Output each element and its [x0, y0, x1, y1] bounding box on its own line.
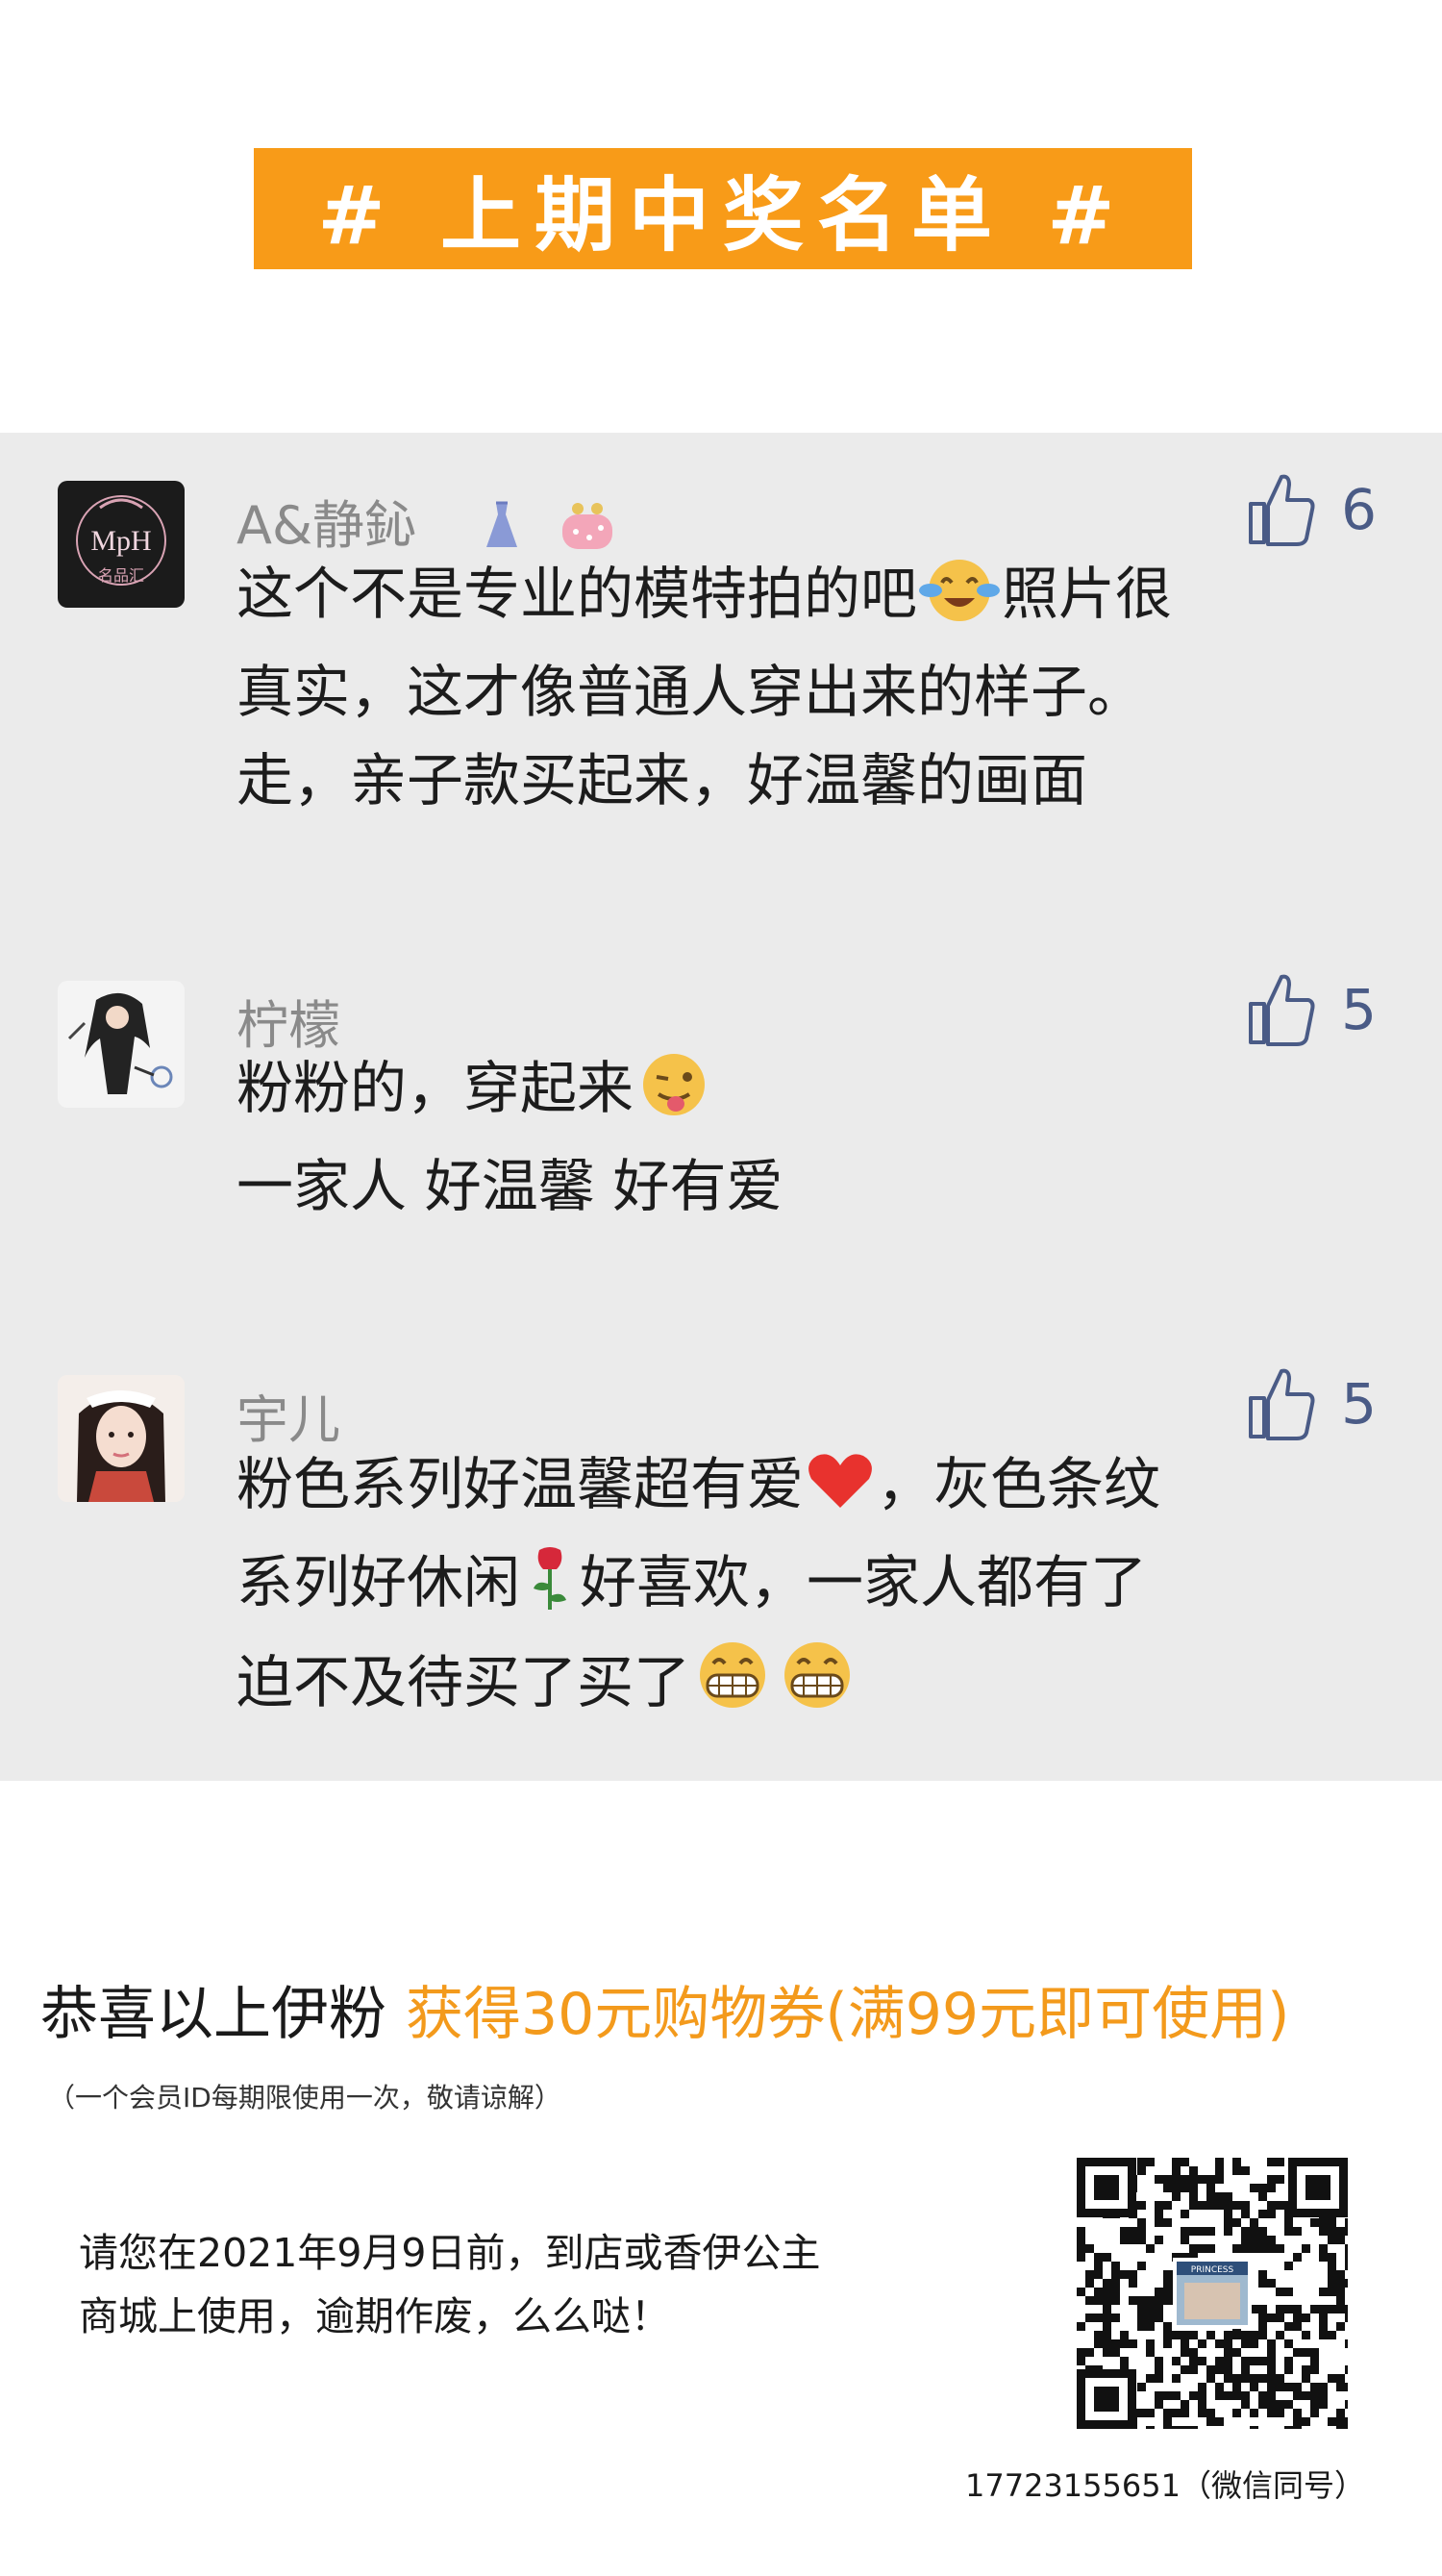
comments-panel: MpH 名品汇 A&静鈊 6 这个不是专业的模特拍的吧 照片很 真实，这才像普通人… [0, 433, 1442, 1781]
qr-code[interactable]: PRINCESS [1077, 2158, 1354, 2435]
usage-note: （一个会员ID每期限使用一次，敬请谅解） [48, 2082, 561, 2113]
avatar-logo-text: MpH [90, 525, 151, 557]
thumbs-up-icon [1249, 1368, 1315, 1440]
congrats-heading: 恭喜以上伊粉 获得30元购物券(满99元即可使用) [40, 1967, 1415, 2051]
congrats-lead: 恭喜以上伊粉 [40, 1981, 386, 2048]
avatar[interactable] [58, 1375, 185, 1502]
congrats-prize: 获得30元购物券(满99元即可使用) [406, 1981, 1290, 2048]
comment-text: 粉粉的，穿起来 一家人 好温馨 好有爱 [236, 1044, 1352, 1231]
rose-emoji [520, 1544, 580, 1637]
grinning-emoji [775, 1637, 859, 1737]
instruction-text: 请您在2021年9月9日前，到店或香伊公主 商城上使用，逾期作废，么么哒！ [79, 2230, 821, 2339]
avatar[interactable] [58, 981, 185, 1108]
grinning-emoji [690, 1637, 775, 1737]
comment-text: 这个不是专业的模特拍的吧 照片很 真实，这才像普通人穿出来的样子。 走，亲子款买起… [236, 550, 1352, 825]
like-count: 5 [1341, 977, 1377, 1042]
heart-emoji [804, 1450, 877, 1538]
avatar-logo-subtext: 名品汇 [98, 566, 144, 585]
avatar[interactable]: MpH 名品汇 [58, 481, 185, 608]
like-button[interactable]: 5 [1245, 1365, 1377, 1442]
comment-text: 粉色系列好温馨超有爱 ，灰色条纹 系列好休闲 好喜欢，一家人都有了 迫不及待买了买了 [236, 1440, 1352, 1737]
thumbs-up-icon [1249, 474, 1315, 546]
like-button[interactable]: 6 [1245, 471, 1377, 548]
like-count: 5 [1341, 1371, 1377, 1437]
page-title-banner: # 上期中奖名单 # [254, 148, 1192, 269]
like-count: 6 [1341, 477, 1377, 542]
like-button[interactable]: 5 [1245, 971, 1377, 1048]
thumbs-up-icon [1249, 974, 1315, 1046]
winking-tongue-emoji [634, 1050, 714, 1142]
qr-logo-text: PRINCESS [1191, 2265, 1234, 2275]
contact-phone: 17723155651（微信同号） [965, 2467, 1365, 2504]
page-title: # 上期中奖名单 # [317, 167, 1129, 263]
laughing-crying-emoji [917, 556, 1002, 648]
